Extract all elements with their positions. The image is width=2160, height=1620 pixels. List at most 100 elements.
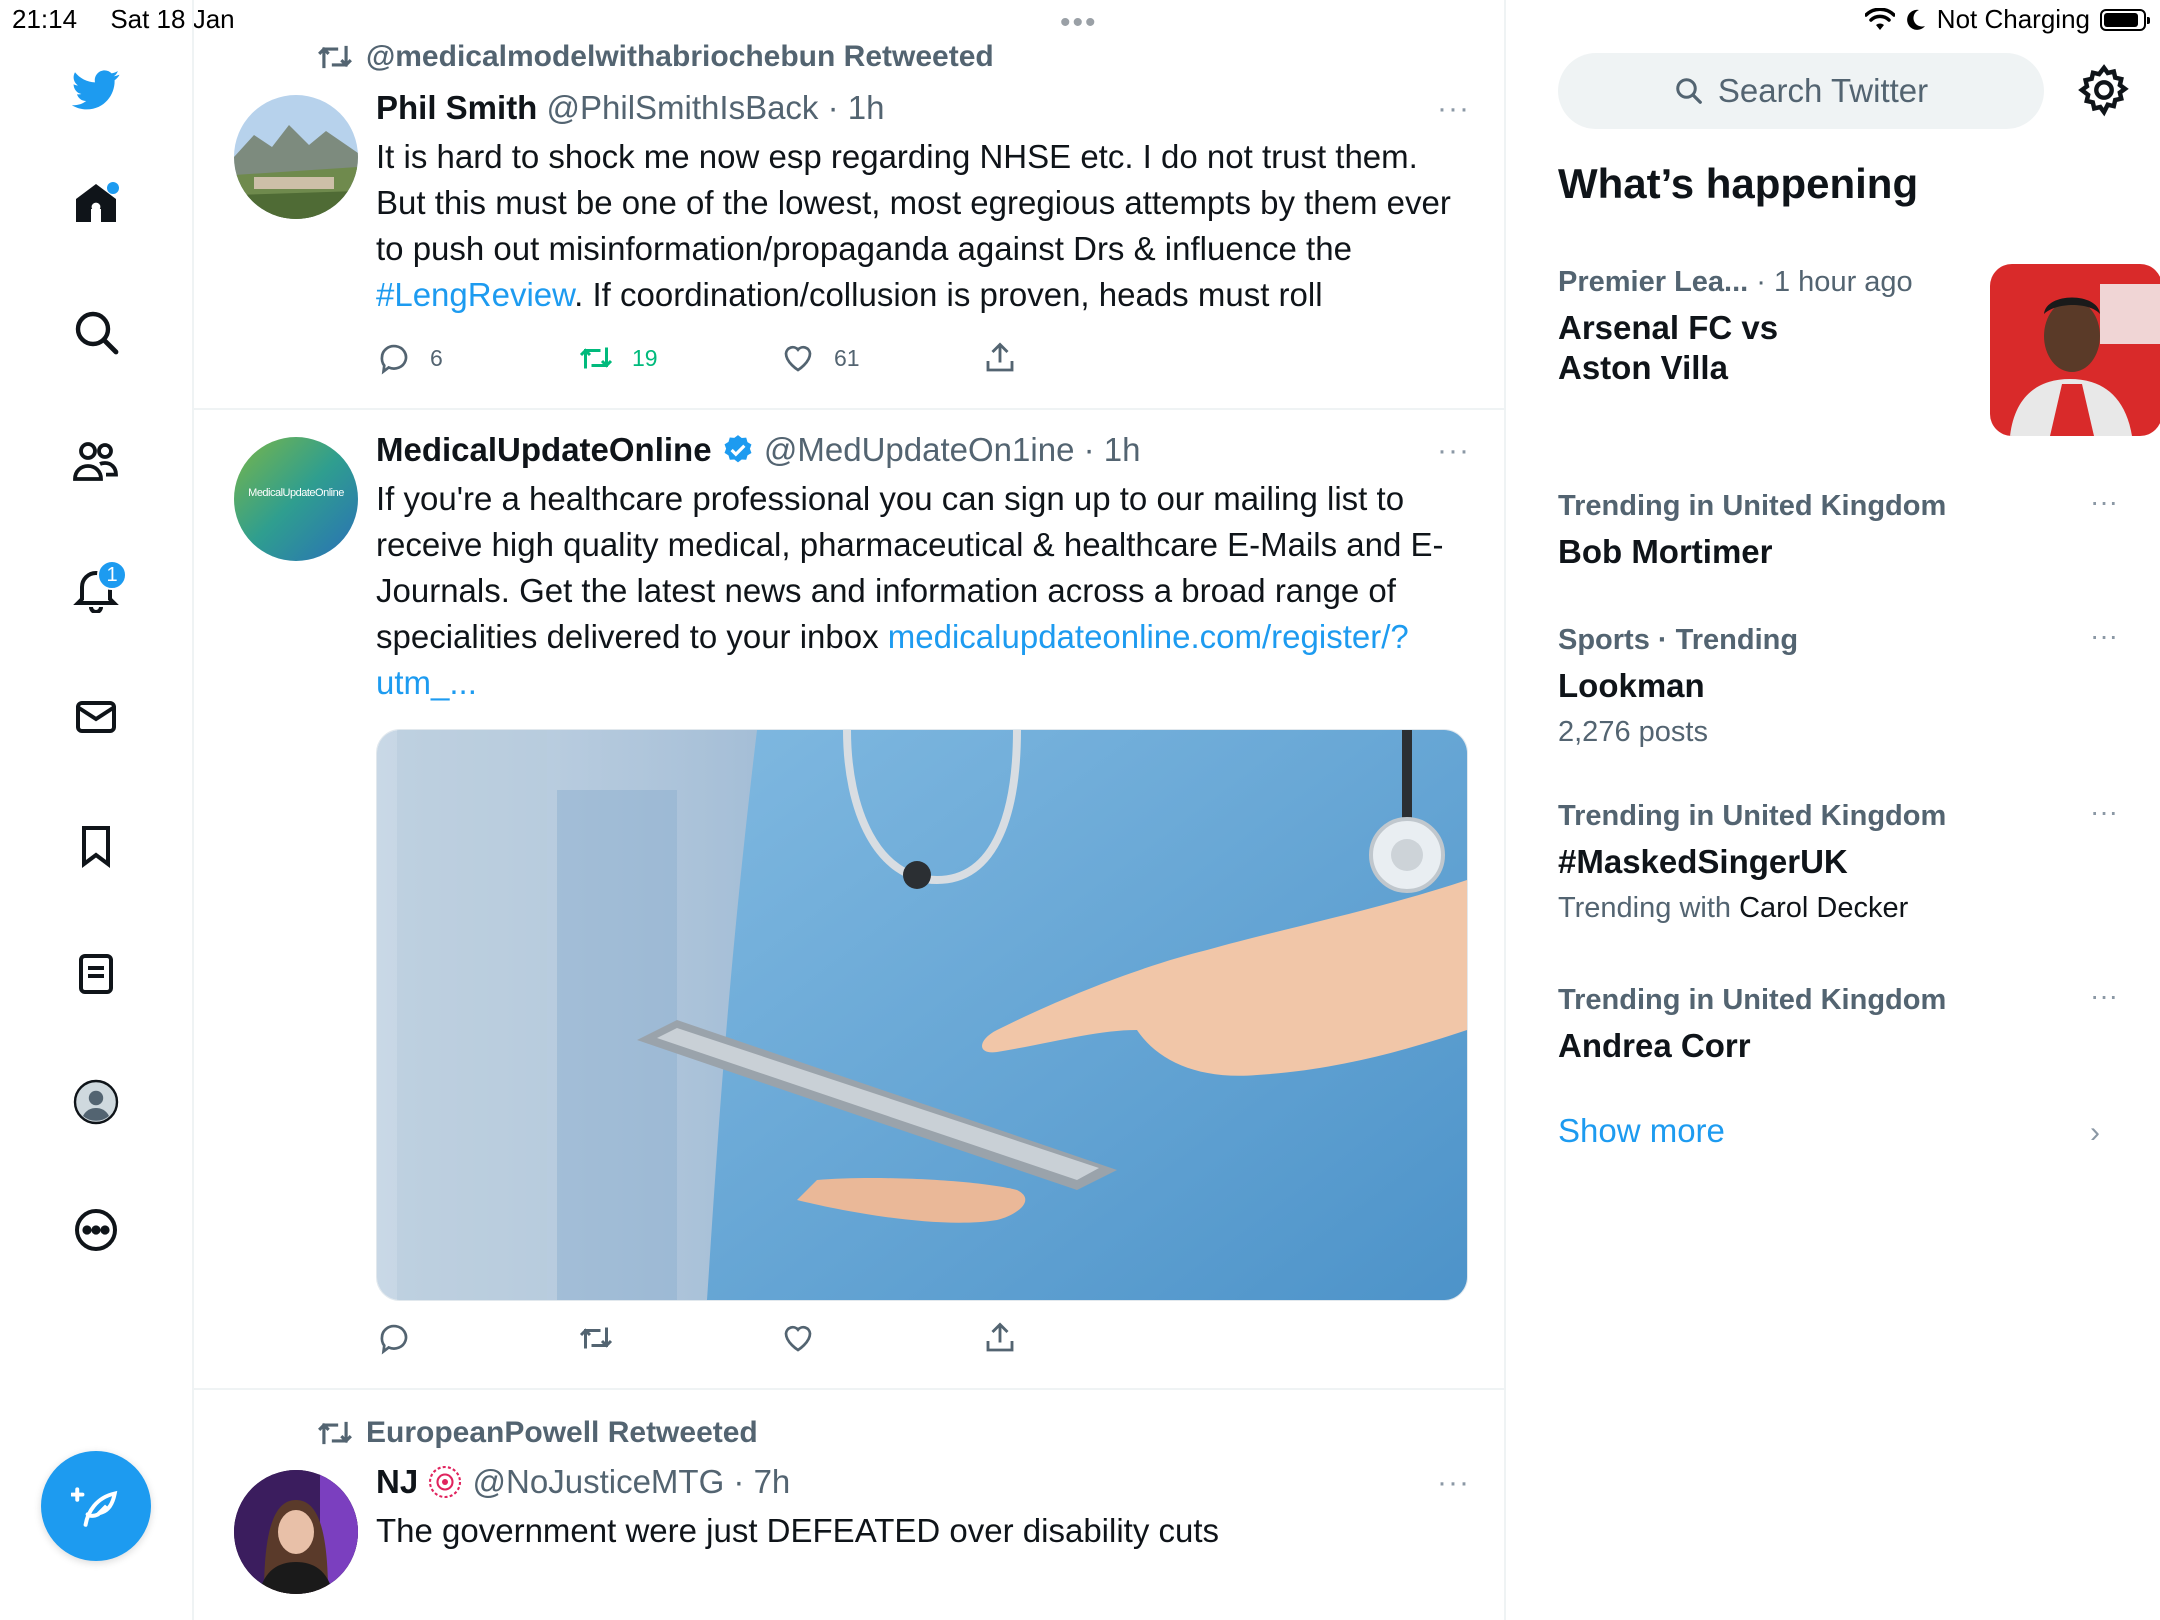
- like-count: 61: [834, 344, 860, 371]
- trend-item[interactable]: Sports · Trending Lookman 2,276 posts ··…: [1558, 620, 2118, 752]
- reply-icon: [380, 344, 408, 375]
- avatar[interactable]: MedicalUpdateOnline: [234, 437, 358, 561]
- tweet-more-button[interactable]: ···: [1437, 92, 1470, 126]
- trend-sub-name: Carol Decker: [1739, 892, 1909, 924]
- retweet-icon: [579, 347, 613, 369]
- tweet-text-part: . If coordination/collusion is proven, h…: [574, 276, 1323, 313]
- settings-gear-icon[interactable]: [2076, 62, 2132, 118]
- trend-more-button[interactable]: ···: [2090, 620, 2118, 652]
- avatar[interactable]: [234, 1470, 358, 1594]
- trend-category: Trending in United Kingdom: [1558, 800, 1947, 832]
- retweet-button[interactable]: 19: [578, 340, 780, 376]
- more-options-icon[interactable]: [63, 1197, 129, 1263]
- compose-tweet-button[interactable]: [41, 1451, 151, 1561]
- tweet-actions: [376, 1320, 1184, 1356]
- search-nav-icon[interactable]: [63, 299, 129, 365]
- bookmarks-icon[interactable]: [63, 813, 129, 879]
- trend-title: #MaskedSingerUK: [1558, 843, 1848, 880]
- search-placeholder: Search Twitter: [1717, 72, 1929, 109]
- retweeted-by-label[interactable]: EuropeanPowell Retweeted: [366, 1416, 758, 1450]
- tweet-time[interactable]: · 1h: [828, 89, 885, 126]
- avatar-text: MedicalUpdateOnline: [248, 487, 344, 499]
- show-more-link[interactable]: Show more: [1558, 1112, 1725, 1150]
- tweet-card[interactable]: EuropeanPowell Retweeted NJ @NoJusticeMT…: [192, 1390, 1504, 1620]
- hashtag-link[interactable]: #LengReview: [376, 276, 574, 313]
- reply-count: 6: [430, 344, 443, 371]
- share-icon: [986, 1322, 1014, 1352]
- tweet-text: If you're a healthcare professional you …: [376, 476, 1466, 706]
- tweet-card[interactable]: MedicalUpdateOnline MedicalUpdateOnline …: [192, 410, 1504, 1390]
- left-nav: 1: [0, 0, 194, 1620]
- share-button[interactable]: [982, 1320, 1184, 1356]
- search-input[interactable]: Search Twitter: [1558, 53, 2044, 129]
- home-unread-dot: [107, 182, 119, 194]
- tweet-header: Phil Smith @PhilSmithIsBack · 1h: [376, 88, 1466, 128]
- like-button[interactable]: 61: [780, 340, 982, 376]
- trend-category: Trending in United Kingdom: [1558, 490, 1947, 522]
- trend-title: Bob Mortimer: [1558, 533, 1773, 570]
- retweet-button[interactable]: [578, 1320, 780, 1356]
- heart-icon: [784, 1325, 812, 1352]
- tweet-text: The government were just DEFEATED over d…: [376, 1512, 1220, 1549]
- trend-post-count: 2,276 posts: [1558, 716, 1708, 748]
- trend-item[interactable]: Trending in United Kingdom Bob Mortimer …: [1558, 486, 2118, 572]
- retweeted-by-label[interactable]: @medicalmodelwithabriochebun Retweeted: [366, 40, 994, 74]
- retweet-context: EuropeanPowell Retweeted: [316, 1416, 758, 1450]
- trend-subtitle: Trending with Carol Decker: [1558, 888, 2118, 928]
- author-name[interactable]: NJ: [376, 1463, 418, 1500]
- retweet-small-icon: [318, 45, 352, 69]
- rose-emoji-icon: [429, 1465, 462, 1499]
- trend-category: Trending in United Kingdom: [1558, 984, 1947, 1016]
- communities-icon[interactable]: [63, 428, 129, 494]
- tweet-card[interactable]: @medicalmodelwithabriochebun Retweeted P…: [192, 0, 1504, 410]
- tweet-body: Phil Smith @PhilSmithIsBack · 1h It is h…: [376, 88, 1466, 318]
- trend-more-button[interactable]: ···: [2090, 980, 2118, 1012]
- tweet-more-button[interactable]: ···: [1437, 434, 1470, 468]
- reply-button[interactable]: [376, 1320, 578, 1356]
- trend-more-button[interactable]: ···: [2090, 796, 2118, 828]
- home-icon[interactable]: [63, 170, 129, 236]
- tweet-time[interactable]: · 1h: [1084, 431, 1141, 468]
- tweet-text-part: It is hard to shock me now esp regarding…: [376, 138, 1451, 267]
- trend-category: Sports · Trending: [1558, 624, 1799, 656]
- author-handle[interactable]: @MedUpdateOn1ine: [764, 431, 1075, 468]
- twitter-logo-icon[interactable]: [63, 56, 129, 122]
- trend-item[interactable]: Trending in United Kingdom Andrea Corr ·…: [1558, 980, 2118, 1066]
- like-button[interactable]: [780, 1320, 982, 1356]
- trend-more-button[interactable]: ···: [2090, 486, 2118, 518]
- tweet-body: NJ @NoJusticeMTG · 7h The government wer…: [376, 1462, 1466, 1554]
- trend-item[interactable]: Premier Lea... · 1 hour ago Arsenal FC v…: [1558, 262, 2160, 436]
- compose-feather-icon: [71, 1487, 118, 1527]
- reply-button[interactable]: 6: [376, 340, 578, 376]
- search-icon: [1676, 78, 1702, 104]
- author-handle[interactable]: @NoJusticeMTG: [473, 1463, 725, 1500]
- author-name[interactable]: Phil Smith: [376, 89, 537, 126]
- tweet-media-image[interactable]: [376, 729, 1468, 1301]
- lists-icon[interactable]: [63, 941, 129, 1007]
- right-sidebar: Search Twitter What’s happening Premier …: [1506, 0, 2160, 1620]
- tweet-time[interactable]: · 7h: [733, 1463, 790, 1500]
- tweet-header: NJ @NoJusticeMTG · 7h: [376, 1462, 1466, 1502]
- retweet-context: @medicalmodelwithabriochebun Retweeted: [316, 40, 994, 74]
- timeline-feed[interactable]: @medicalmodelwithabriochebun Retweeted P…: [192, 0, 1506, 1620]
- trend-item[interactable]: Trending in United Kingdom #MaskedSinger…: [1558, 796, 2118, 928]
- tweet-header: MedicalUpdateOnline @MedUpdateOn1ine · 1…: [376, 430, 1466, 470]
- trend-category: Premier Lea...: [1558, 266, 1749, 298]
- avatar[interactable]: [234, 95, 358, 219]
- author-name[interactable]: MedicalUpdateOnline: [376, 431, 712, 468]
- trend-thumbnail: [1990, 264, 2160, 436]
- chevron-right-icon[interactable]: ›: [2090, 1116, 2100, 1150]
- share-icon: [986, 342, 1014, 372]
- share-button[interactable]: [982, 340, 1184, 376]
- trend-title: Lookman: [1558, 667, 1705, 704]
- retweet-icon: [579, 1327, 613, 1349]
- messages-icon[interactable]: [63, 684, 129, 750]
- retweet-count: 19: [632, 344, 658, 371]
- notifications-badge: 1: [97, 560, 127, 590]
- tweet-more-button[interactable]: ···: [1437, 1466, 1470, 1500]
- notifications-icon[interactable]: 1: [63, 556, 129, 622]
- retweet-small-icon: [318, 1421, 352, 1445]
- profile-icon[interactable]: [63, 1069, 129, 1135]
- trend-title: Andrea Corr: [1558, 1027, 1751, 1064]
- author-handle[interactable]: @PhilSmithIsBack: [547, 89, 819, 126]
